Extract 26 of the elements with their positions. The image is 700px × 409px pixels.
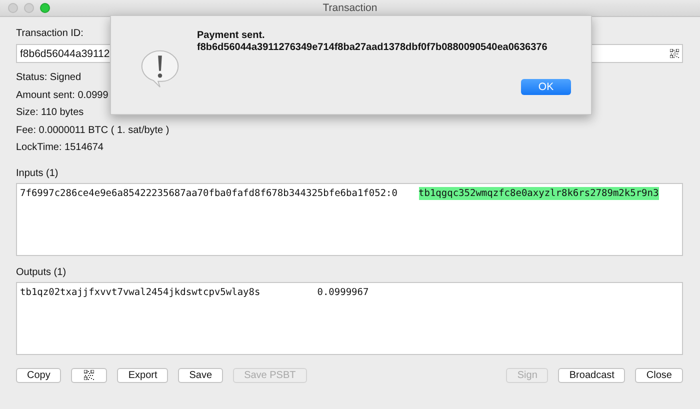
output-amount: 0.0999967 xyxy=(317,286,369,298)
window-title: Transaction xyxy=(322,2,378,14)
action-button[interactable]: Copy xyxy=(16,368,62,382)
detail-text: Status: Signed xyxy=(16,71,82,85)
action-button[interactable]: Broadcast xyxy=(558,368,626,382)
outputs-label: Outputs (1) xyxy=(16,266,66,280)
dialog-message: f8b6d56044a3911276349e714f8ba27aad1378dbf0f7b0880090540ea0636376 xyxy=(197,42,548,54)
close-window-button[interactable] xyxy=(8,3,18,13)
inputs-label: Inputs (1) xyxy=(16,168,58,180)
qr-code-icon xyxy=(670,49,679,58)
qr-code-button[interactable] xyxy=(71,368,108,382)
minimize-window-button[interactable] xyxy=(24,3,34,13)
detail-text: Amount sent: 0.0999 xyxy=(16,88,108,102)
action-button[interactable]: Save xyxy=(178,368,224,382)
input-address: tb1qgqc352wmqzfc8e0axyzlr8k6rs2789m2k5r9n3 xyxy=(418,186,659,200)
detail-text: Fee: 0.0000011 BTC ( 1. sat/byte ) xyxy=(16,124,170,138)
detail-text: LockTime: 1514674 xyxy=(16,141,104,155)
zoom-window-button[interactable] xyxy=(40,3,50,13)
action-button[interactable]: Export xyxy=(117,368,168,382)
txid-label: Transaction ID: xyxy=(16,28,84,41)
detail-text: Size: 110 bytes xyxy=(16,106,84,120)
dialog-title: Payment sent. xyxy=(197,30,266,42)
input-outpoint: 7f6997c286ce4e9e6a85422235687aa70fba0fafd8f678b344325bfe6ba1f052:0 xyxy=(20,186,398,200)
output-address: tb1qz02txajjfxvvt7vwal2454jkdswtcpv5wlay8s xyxy=(20,286,260,298)
qr-code-icon xyxy=(84,370,94,380)
action-button[interactable]: Close xyxy=(635,368,683,382)
